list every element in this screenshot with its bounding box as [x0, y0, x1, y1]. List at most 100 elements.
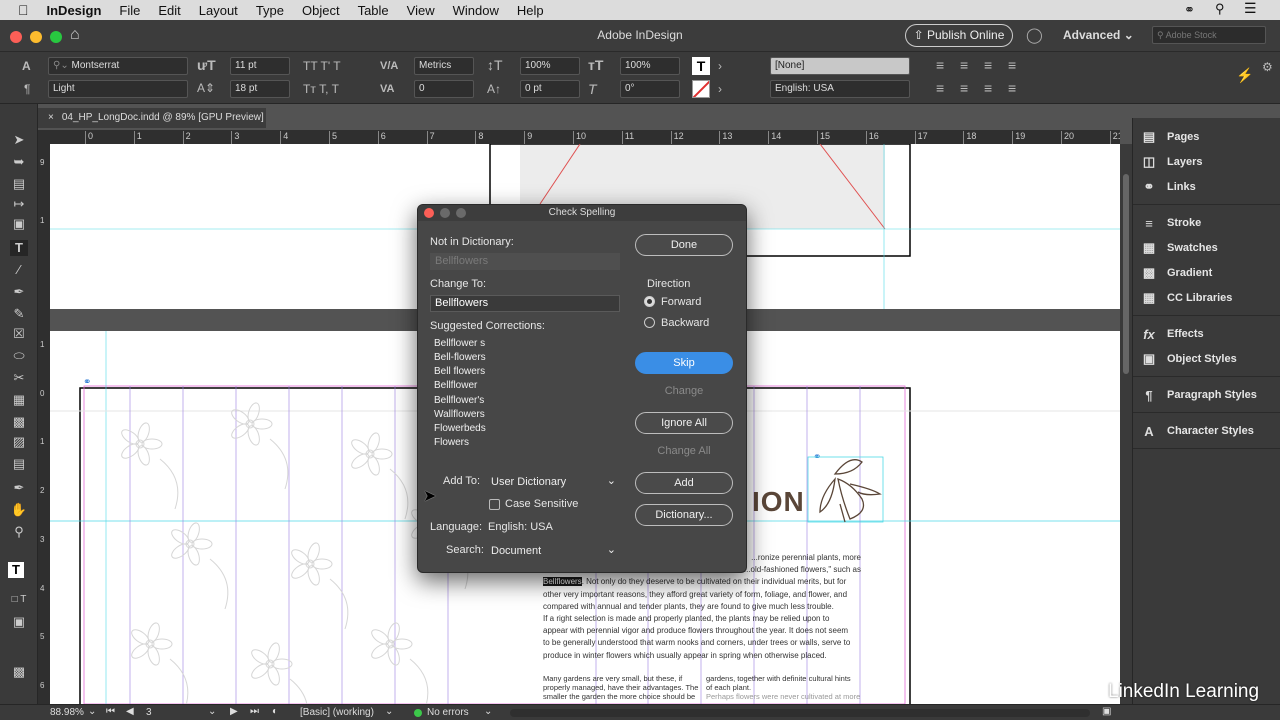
direct-selection-tool-icon[interactable]: ➥ — [10, 154, 28, 170]
base-style-label[interactable]: [Basic] (working) — [300, 707, 374, 718]
horizontal-scrollbar[interactable] — [510, 709, 1090, 717]
menu-list-icon[interactable]: ☰ — [1244, 0, 1257, 17]
panel-swatches[interactable]: ▦ Swatches — [1139, 238, 1218, 258]
body-column-left[interactable]: Many gardens are very small, but these, … — [543, 674, 698, 701]
screen-mode-icon[interactable]: ▩ — [10, 664, 28, 680]
case-sensitive-checkbox[interactable] — [489, 499, 500, 510]
suggestion-item[interactable]: Wallflowers — [434, 409, 485, 420]
skip-button[interactable]: Skip — [635, 352, 733, 374]
gradient-feather-icon[interactable]: ▨ — [10, 434, 28, 450]
publish-online-button[interactable]: ⇧ Publish Online — [905, 24, 1013, 47]
justify-left-icon[interactable]: ≡ — [936, 81, 944, 95]
highlighted-word[interactable]: Bellflowers — [543, 577, 582, 587]
line-tool-icon[interactable]: ∕ — [10, 262, 28, 278]
close-window-button[interactable] — [10, 31, 22, 43]
change-to-field[interactable]: Bellflowers — [430, 295, 620, 312]
panel-cc-libraries[interactable]: ▦ CC Libraries — [1139, 288, 1233, 308]
first-page-icon[interactable]: ⏮ — [106, 706, 115, 717]
eyedropper-tool-icon[interactable]: ✒ — [10, 480, 28, 496]
chevron-down-icon[interactable]: ⌄ — [385, 706, 393, 717]
menu-app[interactable]: InDesign — [38, 3, 111, 18]
adobe-stock-search[interactable]: ⚲ Adobe Stock — [1152, 26, 1266, 44]
pencil-tool-icon[interactable]: ✎ — [10, 306, 28, 322]
chevron-down-icon[interactable]: ⌄ — [88, 706, 96, 717]
paragraph-mode-icon[interactable]: ¶ — [24, 82, 30, 96]
baseline-shift-field[interactable]: 0 pt — [520, 80, 580, 98]
chevron-down-icon[interactable]: ⌄ — [484, 706, 492, 717]
menu-help[interactable]: Help — [508, 3, 553, 18]
menu-object[interactable]: Object — [293, 3, 349, 18]
content-collector-icon[interactable]: ▣ — [10, 216, 28, 232]
last-page-icon[interactable]: ⏭ — [250, 706, 259, 717]
page-number-field[interactable]: 3 — [146, 707, 152, 718]
panel-pages[interactable]: ▤ Pages — [1139, 127, 1200, 147]
align-center-icon[interactable]: ≡ — [960, 58, 968, 72]
gradient-tool-icon[interactable]: ▩ — [10, 414, 28, 430]
backward-radio[interactable] — [644, 317, 655, 328]
panel-object-styles[interactable]: ▣ Object Styles — [1139, 349, 1237, 369]
menu-window[interactable]: Window — [444, 3, 508, 18]
panel-toggle-icon[interactable]: ▣ — [1102, 706, 1111, 717]
character-mode-icon[interactable]: A — [22, 59, 31, 73]
text-fill-swatch[interactable]: T — [692, 57, 710, 75]
next-page-icon[interactable]: ▶ — [230, 706, 238, 717]
justify-center-icon[interactable]: ≡ — [960, 81, 968, 95]
spotlight-icon[interactable]: ⚲ — [1215, 1, 1225, 17]
horizontal-scale-field[interactable]: 100% — [620, 57, 680, 75]
suggestion-item[interactable]: Bell flowers — [434, 366, 485, 377]
align-right-icon[interactable]: ≡ — [984, 58, 992, 72]
selection-tool-icon[interactable]: ➤ — [10, 132, 28, 148]
panel-gradient[interactable]: ▩ Gradient — [1139, 263, 1212, 283]
fill-stroke-icon[interactable]: T — [8, 562, 24, 578]
font-family-field[interactable]: ⚲⌄ Montserrat — [48, 57, 188, 75]
home-icon[interactable]: ⌂ — [70, 26, 88, 44]
vertical-scrollbar[interactable] — [1120, 144, 1132, 704]
menu-type[interactable]: Type — [247, 3, 293, 18]
scrollbar-thumb[interactable] — [1123, 174, 1129, 374]
normal-mode-icon[interactable]: ▣ — [10, 614, 28, 630]
dialog-title-bar[interactable]: Check Spelling — [418, 205, 746, 221]
suggestion-item[interactable]: Bellflower's — [434, 395, 484, 406]
panel-links[interactable]: ⚭ Links — [1139, 177, 1196, 197]
ellipse-tool-icon[interactable]: ⬭ — [10, 348, 28, 364]
workspace-switcher[interactable]: Advanced ⌄ — [1063, 28, 1134, 42]
chevron-right-icon[interactable]: › — [718, 59, 722, 73]
menu-edit[interactable]: Edit — [149, 3, 189, 18]
menu-file[interactable]: File — [110, 3, 149, 18]
forward-label[interactable]: Forward — [661, 296, 701, 308]
language-field[interactable]: English: USA — [770, 80, 910, 98]
character-style-field[interactable]: [None] — [770, 57, 910, 75]
suggestion-item[interactable]: Flowerbeds — [434, 423, 486, 434]
panel-character-styles[interactable]: A Character Styles — [1139, 421, 1254, 441]
forward-radio[interactable] — [644, 296, 655, 307]
pen-tool-icon[interactable]: ✒ — [10, 284, 28, 300]
kerning-field[interactable]: Metrics — [414, 57, 474, 75]
search-select[interactable]: Document ⌄ — [488, 542, 620, 560]
gear-icon[interactable]: ⚙ — [1262, 60, 1273, 74]
backward-label[interactable]: Backward — [661, 317, 709, 329]
vertical-scale-field[interactable]: 100% — [520, 57, 580, 75]
free-transform-tool-icon[interactable]: ▦ — [10, 392, 28, 408]
menu-view[interactable]: View — [398, 3, 444, 18]
body-column-right[interactable]: gardens, together with definite cultural… — [706, 674, 864, 701]
font-style-field[interactable]: Light — [48, 80, 188, 98]
minimize-window-button[interactable] — [30, 31, 42, 43]
menu-layout[interactable]: Layout — [190, 3, 247, 18]
text-stroke-swatch[interactable] — [692, 80, 710, 98]
zoom-window-button[interactable] — [50, 31, 62, 43]
suggestion-item[interactable]: Flowers — [434, 437, 469, 448]
menu-table[interactable]: Table — [349, 3, 398, 18]
dictionary-button[interactable]: Dictionary... — [635, 504, 733, 526]
preflight-toggle-icon[interactable]: ◐ — [272, 706, 278, 717]
link-icon[interactable]: ⚭ — [83, 377, 91, 388]
justify-all-icon[interactable]: ≡ — [1008, 81, 1016, 95]
case-sensitive-label[interactable]: Case Sensitive — [505, 498, 578, 510]
close-tab-icon[interactable]: × — [48, 112, 54, 123]
document-tab[interactable]: × 04_HP_LongDoc.indd @ 89% [GPU Preview] — [38, 108, 266, 128]
align-left-icon[interactable]: ≡ — [936, 58, 944, 72]
panel-stroke[interactable]: ≡ Stroke — [1139, 213, 1201, 233]
all-caps-icon[interactable]: TT T' T — [303, 59, 341, 73]
lightbulb-icon[interactable]: ◯ — [1026, 26, 1043, 44]
justify-icon[interactable]: ≡ — [1008, 58, 1016, 72]
small-caps-icon[interactable]: Tт T, T — [303, 82, 339, 96]
